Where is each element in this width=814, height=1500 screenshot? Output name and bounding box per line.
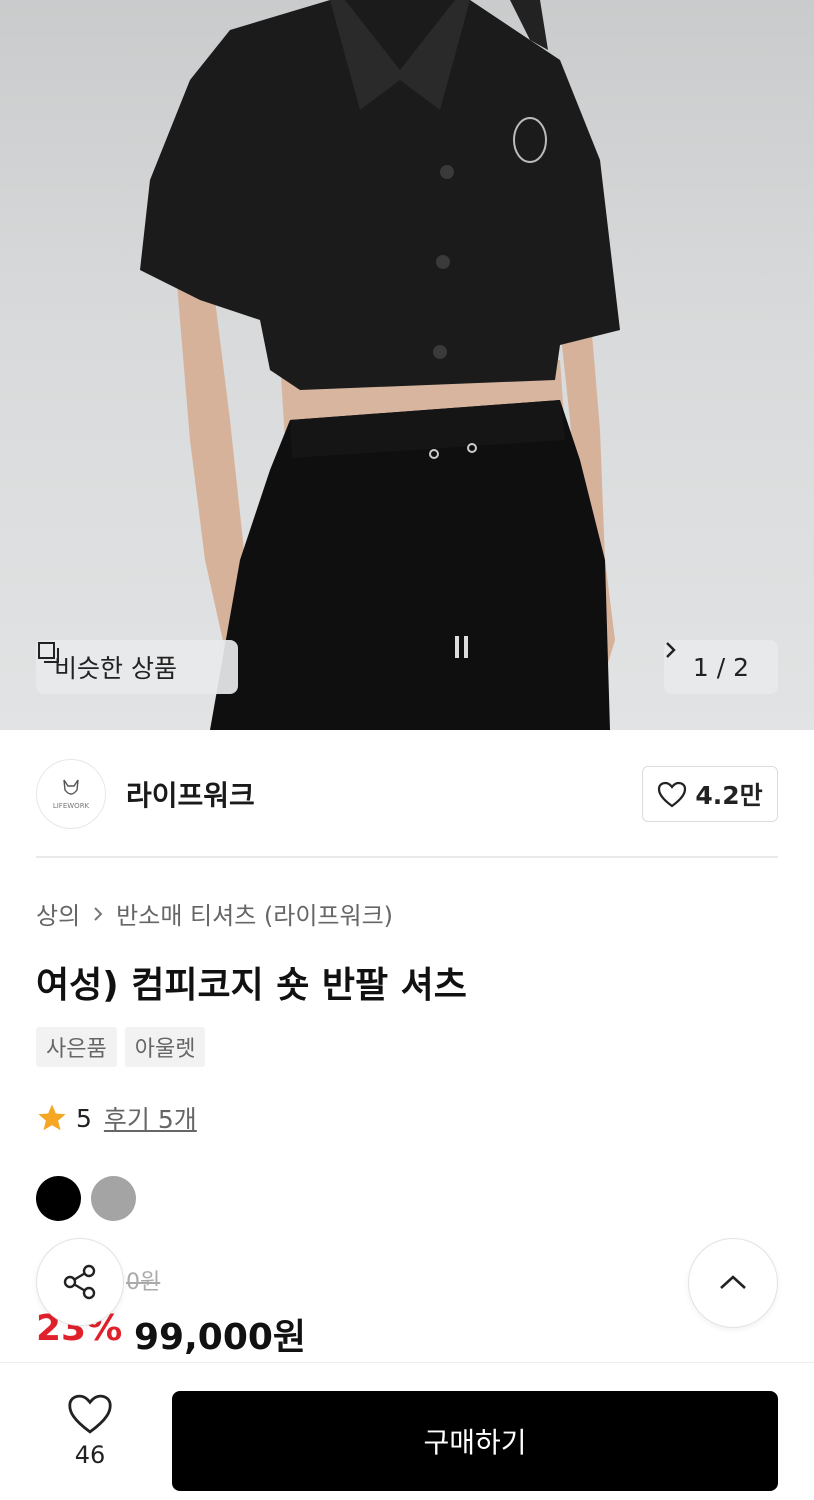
- rating-row: 5 후기 5개: [36, 1100, 197, 1136]
- chevron-right-icon: [666, 642, 676, 658]
- chevron-right-icon: [94, 906, 103, 921]
- buy-button[interactable]: 구매하기: [172, 1391, 778, 1491]
- share-icon: [63, 1264, 96, 1300]
- wishlist-count: 46: [74, 1441, 106, 1469]
- breadcrumb-subcategory[interactable]: 반소매 티셔츠 (라이프워크): [116, 896, 393, 931]
- brand-logo[interactable]: LIFEWORK: [36, 759, 106, 829]
- color-swatch-black[interactable]: [36, 1176, 81, 1221]
- brand-logo-text: LIFEWORK: [52, 802, 90, 810]
- product-tags: 사은품 아울렛: [36, 1027, 206, 1067]
- chevron-up-icon: [720, 1275, 746, 1289]
- breadcrumb: 상의 반소매 티셔츠 (라이프워크): [36, 896, 393, 931]
- product-title: 여성) 컴피코지 숏 반팔 셔츠: [36, 965, 467, 1006]
- image-page-counter[interactable]: 1 / 2: [664, 640, 778, 694]
- star-icon: [38, 1104, 66, 1131]
- brand-like-button[interactable]: 4.2만: [642, 766, 778, 822]
- reviews-link[interactable]: 후기 5개: [104, 1100, 197, 1136]
- final-price: 99,000원: [134, 1317, 307, 1358]
- divider: [36, 856, 778, 858]
- brand-name[interactable]: 라이프워크: [126, 774, 255, 814]
- wishlist-button[interactable]: 46: [48, 1393, 132, 1477]
- tag-outlet: 아울렛: [124, 1027, 206, 1067]
- buy-button-label: 구매하기: [423, 1426, 527, 1459]
- similar-items-icon: [38, 642, 59, 663]
- product-image-carousel[interactable]: 비슷한 상품 1 / 2: [0, 0, 814, 730]
- product-photo: [140, 0, 620, 730]
- similar-items-button[interactable]: 비슷한 상품: [36, 640, 238, 694]
- color-swatches: [36, 1176, 136, 1221]
- brand-dog-logo-icon: [63, 779, 79, 795]
- color-swatch-gray[interactable]: [91, 1176, 136, 1221]
- brand-like-count: 4.2만: [695, 781, 763, 810]
- share-button[interactable]: [36, 1238, 124, 1326]
- tag-gift: 사은품: [36, 1027, 117, 1067]
- bottom-action-bar: 46 구매하기: [0, 1362, 814, 1500]
- rating-score: 5: [76, 1103, 92, 1133]
- brand-row[interactable]: LIFEWORK 라이프워크 4.2만: [36, 758, 778, 830]
- heart-icon: [658, 781, 687, 807]
- scroll-to-top-button[interactable]: [688, 1238, 778, 1328]
- similar-items-label: 비슷한 상품: [54, 654, 177, 683]
- page-counter-text: 1 / 2: [692, 652, 750, 682]
- original-price: 0원: [126, 1270, 161, 1295]
- breadcrumb-category[interactable]: 상의: [36, 896, 80, 931]
- heart-icon: [68, 1394, 112, 1434]
